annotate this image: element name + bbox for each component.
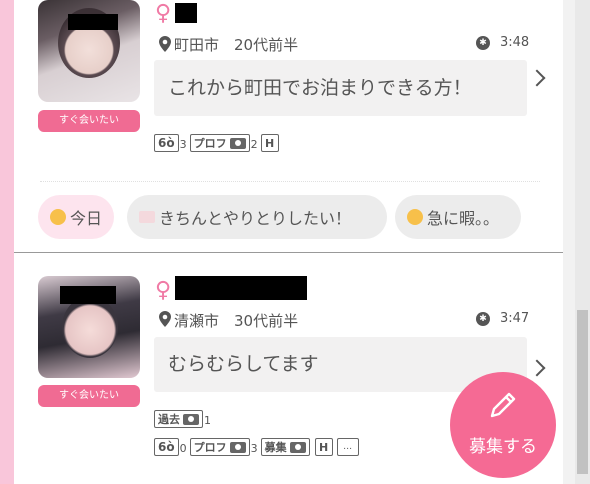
tag-row: 6ò 0 プロフ 3 募集 H … [154,438,359,456]
chip-label: 今日 [70,209,103,228]
glasses-count: 0 [179,442,187,455]
post-time: 3:48 [500,35,530,50]
left-rail [0,0,14,484]
location-pin-icon [159,311,171,327]
glasses-icon: 6ò [154,134,179,152]
female-icon: ♀ [155,1,172,26]
profile-label: プロフ [193,137,227,150]
chip-label: 急に暇。。 [427,209,500,228]
post-divider [14,252,563,253]
mood-chip[interactable]: 急に暇。。 [395,195,521,239]
location-text: 町田市 20代前半 [174,36,299,54]
tag-row: 過去 1 [154,410,214,428]
chat-bubble-icon: … [336,438,359,456]
past-photo-tag: 過去 [154,410,203,428]
avatar[interactable] [38,0,140,102]
chevron-right-icon[interactable] [528,359,546,377]
weary-face-emoji-icon [407,209,423,225]
clock-icon: ✱ [476,312,490,326]
name-redaction [175,3,197,23]
dotted-divider [40,181,540,182]
past-label: 過去 [158,413,180,426]
profile-photo-tag: プロフ [189,134,250,152]
profile-count: 3 [250,442,258,455]
chip-label: きちんとやりとりしたい！ [159,209,352,228]
name-redaction [175,276,307,300]
mood-chip[interactable]: 今日 [38,195,115,239]
recruit-photo-tag: 募集 [260,438,310,456]
face-redaction [68,14,118,30]
wish-badge: すぐ会いたい [38,385,140,407]
location-text: 清瀬市 30代前半 [174,312,299,330]
past-count: 1 [204,414,211,427]
recruit-label: 募集 [264,441,287,454]
camera-icon [289,441,306,453]
location-pin-icon [159,36,171,52]
avatar[interactable] [38,276,140,378]
tag-row: 6ò 3 プロフ 2 H [154,134,279,152]
profile-count: 2 [250,138,258,151]
hotel-icon: H [314,438,333,456]
love-letter-emoji-icon [139,211,155,223]
glasses-count: 3 [179,138,187,151]
pencil-icon [490,392,516,418]
profile-label: プロフ [193,441,227,454]
camera-icon [183,413,199,425]
recruit-fab-button[interactable]: 募集する [450,372,556,478]
camera-icon [229,441,246,453]
face-redaction [60,286,116,304]
message-bubble[interactable]: これから町田でお泊まりできる方！ [154,60,527,116]
camera-icon [229,137,246,149]
fab-label: 募集する [469,437,537,457]
post-time: 3:47 [500,311,530,326]
female-icon: ♀ [155,278,172,303]
clock-icon: ✱ [476,36,490,50]
profile-photo-tag: プロフ [189,438,250,456]
glasses-icon: 6ò [154,438,179,456]
heart-eyes-emoji-icon [50,209,66,225]
hotel-icon: H [260,134,279,152]
scrollbar-thumb[interactable] [577,310,588,474]
chevron-right-icon[interactable] [528,69,546,87]
wish-badge: すぐ会いたい [38,110,140,132]
mood-chip[interactable]: きちんとやりとりしたい！ [127,195,387,239]
